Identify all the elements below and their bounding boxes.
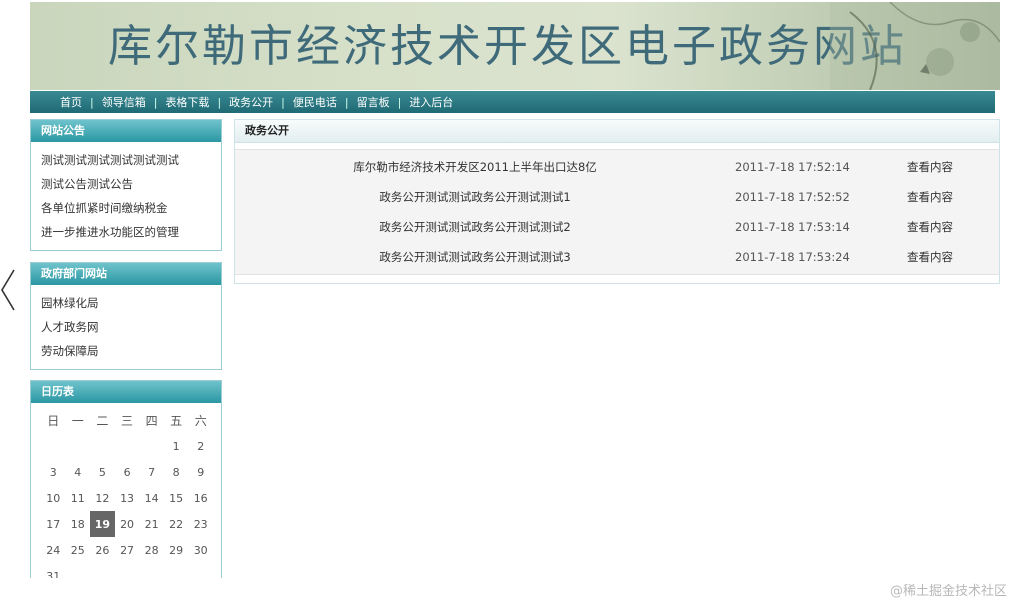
gov-info-row-title[interactable]: 政务公开测试测试政务公开测试测试3 — [335, 242, 615, 272]
view-content-link[interactable]: 查看内容 — [907, 152, 953, 182]
calendar-day[interactable]: 5 — [90, 459, 115, 485]
calendar-day[interactable]: 17 — [41, 511, 66, 537]
departments-panel-title: 政府部门网站 — [31, 263, 221, 285]
notice-item[interactable]: 测试测试测试测试测试测试 — [41, 148, 211, 172]
nav-item[interactable]: 首页 — [60, 94, 82, 110]
calendar-weekday: 三 — [121, 413, 134, 428]
calendar-day[interactable]: 26 — [90, 537, 115, 563]
credit-watermark: @稀土掘金技术社区 — [889, 584, 1007, 599]
gov-info-row: 政务公开测试测试政务公开测试测试2 2011-7-18 17:53:14 查看内容 — [235, 212, 999, 242]
gov-info-row-date: 2011-7-18 17:52:52 — [735, 190, 850, 204]
calendar-day[interactable]: 4 — [66, 459, 91, 485]
nav-separator: | — [281, 95, 285, 109]
calendar-day[interactable]: 23 — [188, 511, 213, 537]
calendar-weekday: 四 — [145, 413, 158, 428]
calendar-grid: 日一二三四五六 1 2 3 4 5 6 7 8 9 10 11 12 13 14 15 16 17 18 19 20 21… — [41, 407, 213, 589]
nav-item[interactable]: 领导信箱 — [102, 94, 146, 110]
calendar-day[interactable]: 21 — [139, 511, 164, 537]
gov-info-row-date: 2011-7-18 17:53:24 — [735, 250, 850, 264]
calendar-day[interactable]: 15 — [164, 485, 189, 511]
calendar-empty-cell — [115, 433, 140, 459]
calendar-day[interactable]: 27 — [115, 537, 140, 563]
nav-item[interactable]: 进入后台 — [409, 94, 453, 110]
calendar-weekday: 一 — [71, 413, 84, 428]
calendar-day[interactable]: 14 — [139, 485, 164, 511]
site-banner: 库尔勒市经济技术开发区电子政务网站 — [30, 2, 1000, 90]
calendar-day[interactable]: 25 — [66, 537, 91, 563]
calendar-day[interactable]: 24 — [41, 537, 66, 563]
gov-info-title: 政务公开 — [235, 120, 999, 143]
nav-item[interactable]: 政务公开 — [229, 94, 273, 110]
main-nav: 首页 | 领导信箱 | 表格下载 | 政务公开 | 便民电话 | 留言板 | 进入后台 — [30, 91, 995, 113]
calendar-day[interactable]: 18 — [66, 511, 91, 537]
nav-separator: | — [344, 95, 349, 109]
calendar-day[interactable]: 9 — [188, 459, 213, 485]
calendar-day[interactable]: 16 — [188, 485, 213, 511]
calendar-empty-cell — [139, 433, 164, 459]
gov-info-row-title[interactable]: 库尔勒市经济技术开发区2011上半年出口达8亿 — [335, 152, 615, 182]
notice-panel: 网站公告 测试测试测试测试测试测试 测试公告测试公告 各单位抓紧时间缴纳税金 进一步推… — [30, 119, 222, 251]
calendar-day[interactable]: 3 — [41, 459, 66, 485]
calendar-panel: 日历表 日一二三四五六 1 2 3 4 5 6 7 8 9 10 11 12 13 14 15 16 17 18 19… — [30, 380, 222, 583]
calendar-day[interactable]: 22 — [164, 511, 189, 537]
notice-item[interactable]: 测试公告测试公告 — [41, 172, 211, 196]
calendar-day[interactable]: 19 — [90, 511, 115, 537]
calendar-panel-title: 日历表 — [31, 381, 221, 403]
calendar-day[interactable]: 1 — [164, 433, 189, 459]
calendar-day[interactable]: 28 — [139, 537, 164, 563]
gov-info-row: 政务公开测试测试政务公开测试测试3 2011-7-18 17:53:24 查看内容 — [235, 242, 999, 272]
calendar-weekday: 二 — [96, 413, 109, 428]
calendar-day[interactable]: 10 — [41, 485, 66, 511]
gov-info-row-date: 2011-7-18 17:52:14 — [735, 160, 850, 174]
gov-info-panel: 政务公开 库尔勒市经济技术开发区2011上半年出口达8亿 2011-7-18 17… — [234, 119, 1000, 284]
calendar-day[interactable]: 12 — [90, 485, 115, 511]
calendar-day[interactable]: 13 — [115, 485, 140, 511]
page: 库尔勒市经济技术开发区电子政务网站 首页 | 领导信箱 | 表格下载 | 政务公开 | 便民电话… — [30, 0, 1000, 583]
nav-separator: | — [397, 95, 402, 109]
view-content-link[interactable]: 查看内容 — [907, 182, 953, 212]
calendar-day[interactable]: 29 — [164, 537, 189, 563]
gov-info-row: 库尔勒市经济技术开发区2011上半年出口达8亿 2011-7-18 17:52:1… — [235, 152, 999, 182]
notice-item[interactable]: 进一步推进水功能区的管理 — [41, 220, 211, 244]
nav-separator: | — [217, 95, 222, 109]
department-link[interactable]: 劳动保障局 — [41, 339, 211, 363]
calendar-day[interactable]: 6 — [115, 459, 140, 485]
departments-panel: 政府部门网站 园林绿化局 人才政务网 劳动保障局 — [30, 262, 222, 370]
calendar-weekday: 日 — [47, 413, 60, 428]
nav-item[interactable]: 表格下载 — [165, 94, 209, 110]
calendar-day[interactable]: 8 — [164, 459, 189, 485]
department-link[interactable]: 园林绿化局 — [41, 291, 211, 315]
nav-item[interactable]: 便民电话 — [293, 94, 337, 110]
site-title: 库尔勒市经济技术开发区电子政务网站 — [108, 21, 907, 72]
gov-info-row-title[interactable]: 政务公开测试测试政务公开测试测试2 — [335, 212, 615, 242]
calendar-day[interactable]: 30 — [188, 537, 213, 563]
calendar-day[interactable]: 2 — [188, 433, 213, 459]
view-content-link[interactable]: 查看内容 — [907, 212, 953, 242]
calendar-empty-cell — [41, 433, 66, 459]
view-content-link[interactable]: 查看内容 — [907, 242, 953, 272]
chevron-left-icon[interactable] — [0, 266, 16, 314]
department-link[interactable]: 人才政务网 — [41, 315, 211, 339]
calendar-day[interactable]: 11 — [66, 485, 91, 511]
nav-item[interactable]: 留言板 — [357, 94, 390, 110]
calendar-empty-cell — [90, 433, 115, 459]
ink-painting-decoration — [830, 2, 1000, 90]
notice-panel-title: 网站公告 — [31, 120, 221, 142]
calendar-empty-cell — [66, 433, 91, 459]
gov-info-row-date: 2011-7-18 17:53:14 — [735, 220, 850, 234]
notice-item[interactable]: 各单位抓紧时间缴纳税金 — [41, 196, 211, 220]
gov-info-row: 政务公开测试测试政务公开测试测试1 2011-7-18 17:52:52 查看内容 — [235, 182, 999, 212]
calendar-day[interactable]: 7 — [139, 459, 164, 485]
calendar-weekday: 五 — [170, 413, 183, 428]
nav-separator: | — [153, 95, 158, 109]
footer-strip — [0, 578, 1015, 606]
calendar-weekday: 六 — [194, 413, 207, 428]
gov-info-list: 库尔勒市经济技术开发区2011上半年出口达8亿 2011-7-18 17:52:1… — [235, 149, 999, 275]
calendar-day[interactable]: 20 — [115, 511, 140, 537]
gov-info-row-title[interactable]: 政务公开测试测试政务公开测试测试1 — [335, 182, 615, 212]
nav-separator: | — [90, 95, 94, 109]
